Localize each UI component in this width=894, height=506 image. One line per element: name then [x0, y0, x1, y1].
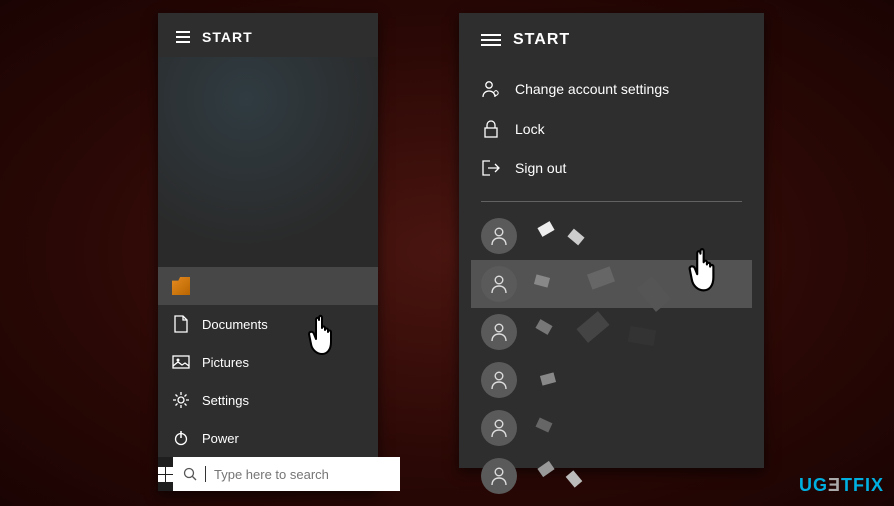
search-box[interactable]: [173, 457, 400, 491]
start-menu-right: START Change account settings Lock Sign …: [459, 13, 764, 468]
account-menu: Change account settings Lock Sign out: [459, 63, 764, 197]
sidebar-item-label: Documents: [202, 317, 268, 332]
sidebar-item-power[interactable]: Power: [158, 419, 378, 457]
obscured-name: [529, 362, 742, 398]
menu-item-label: Sign out: [515, 160, 566, 176]
avatar: [481, 458, 517, 494]
hamburger-icon[interactable]: [481, 34, 501, 46]
sidebar-item-settings[interactable]: Settings: [158, 381, 378, 419]
user-row[interactable]: [471, 308, 752, 356]
user-row[interactable]: [471, 452, 752, 500]
start-menu-left: START Documents Pictures Settings: [158, 13, 378, 491]
watermark: UGƎTFIX: [799, 475, 884, 496]
start-menu-space: [158, 57, 378, 267]
signout-icon: [481, 159, 501, 177]
avatar: [481, 218, 517, 254]
divider: [481, 201, 742, 202]
lock-icon: [481, 119, 501, 139]
obscured-name: [529, 314, 742, 350]
menu-item-lock[interactable]: Lock: [459, 109, 764, 149]
documents-icon: [172, 315, 190, 333]
watermark-part: UG: [799, 475, 828, 495]
obscured-name: [529, 410, 742, 446]
pictures-icon: [172, 353, 190, 371]
windows-start-button[interactable]: [158, 457, 173, 491]
avatar: [481, 266, 517, 302]
text-caret: [205, 466, 206, 482]
menu-item-label: Lock: [515, 121, 545, 137]
start-header: START: [459, 13, 764, 63]
menu-item-label: Change account settings: [515, 81, 669, 97]
search-input[interactable]: [214, 467, 390, 482]
avatar: [481, 410, 517, 446]
user-folder-icon: [172, 277, 190, 295]
sidebar-item-label: Power: [202, 431, 239, 446]
sidebar-item-label: Pictures: [202, 355, 249, 370]
hand-cursor-icon: [305, 312, 347, 362]
taskbar: [158, 457, 378, 491]
search-icon: [183, 467, 197, 481]
power-icon: [172, 429, 190, 447]
menu-item-change-account[interactable]: Change account settings: [459, 69, 764, 109]
user-row[interactable]: [471, 404, 752, 452]
account-settings-icon: [481, 79, 501, 99]
obscured-name: [529, 458, 742, 494]
start-title: START: [513, 31, 570, 49]
watermark-part: Ǝ: [828, 475, 841, 495]
avatar: [481, 314, 517, 350]
start-title: START: [202, 29, 253, 45]
sidebar-list: Documents Pictures Settings Power: [158, 267, 378, 457]
menu-item-signout[interactable]: Sign out: [459, 149, 764, 187]
hand-cursor-icon: [685, 245, 727, 295]
windows-logo-icon: [158, 467, 173, 482]
sidebar-item-label: Settings: [202, 393, 249, 408]
start-header: START: [158, 13, 378, 57]
user-row[interactable]: [471, 356, 752, 404]
sidebar-item-user[interactable]: [158, 267, 378, 305]
avatar: [481, 362, 517, 398]
watermark-part: TFIX: [841, 475, 884, 495]
hamburger-icon[interactable]: [176, 31, 190, 43]
settings-icon: [172, 391, 190, 409]
